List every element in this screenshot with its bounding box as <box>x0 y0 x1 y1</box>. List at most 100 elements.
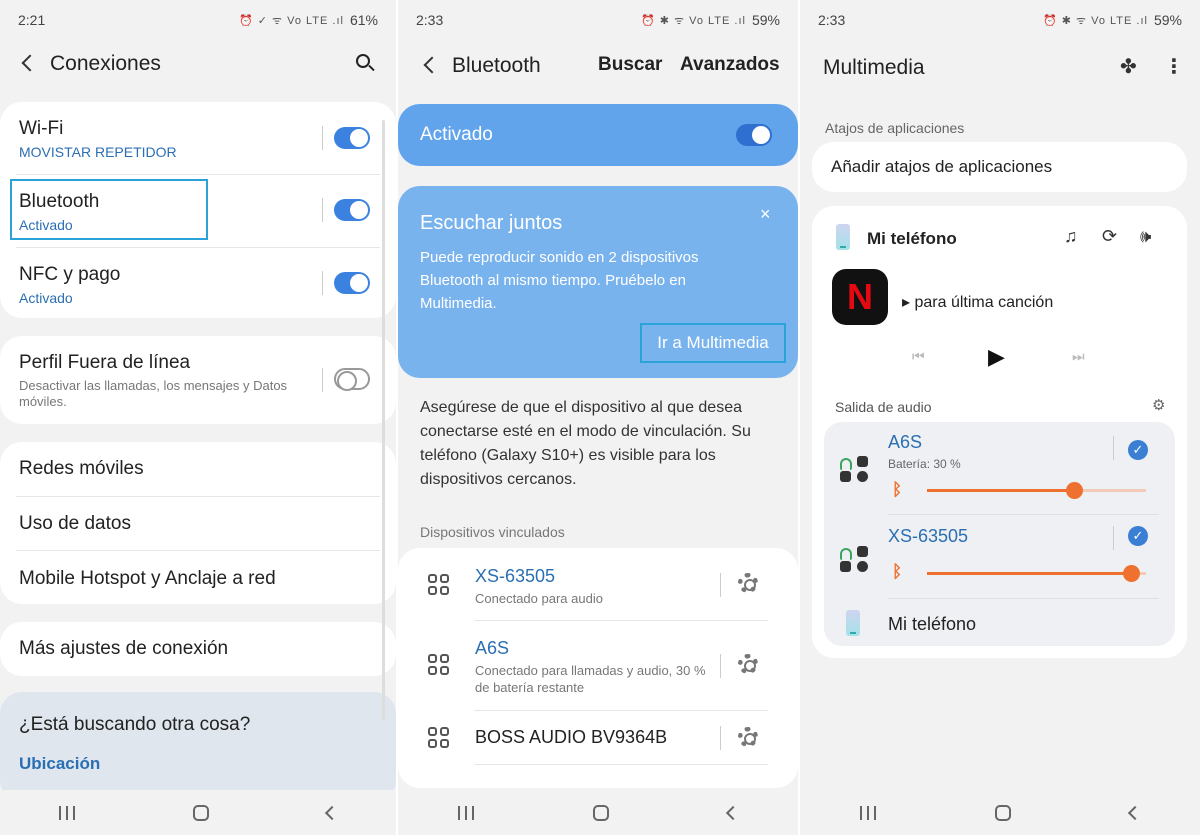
volume-slider-thumb[interactable] <box>1122 565 1140 582</box>
bluetooth-icon: ᛒ <box>892 562 903 581</box>
device-row[interactable]: BOSS AUDIO BV9364B <box>398 712 798 768</box>
device-status: Conectado para audio <box>475 591 603 606</box>
phone-icon <box>846 610 860 636</box>
output-name: A6S <box>888 432 923 452</box>
gear-icon[interactable] <box>738 654 758 674</box>
mobile-networks-item[interactable]: Redes móviles <box>19 458 396 480</box>
battery-percent: 61% <box>349 12 378 28</box>
bluetooth-icon: ᛒ <box>892 480 903 499</box>
page-title: Multimedia <box>823 56 925 79</box>
bluetooth-highlight <box>10 179 208 240</box>
nav-bar <box>0 790 396 835</box>
status-bar: 2:21 ⏰ ✓ ᯤ Vo LTE .ıl 61% <box>18 10 378 30</box>
cast-icon[interactable]: ⟳ <box>1102 226 1117 247</box>
device-row[interactable]: XS-63505 Conectado para audio <box>398 548 798 620</box>
add-shortcuts-card[interactable]: Añadir atajos de aplicaciones <box>812 142 1187 192</box>
volume-slider[interactable] <box>927 482 1146 499</box>
volume-slider-thumb[interactable] <box>1065 482 1083 499</box>
bluetooth-master-switch[interactable]: Activado <box>398 104 798 166</box>
app-shortcuts-label: Atajos de aplicaciones <box>825 120 965 136</box>
offline-description: Desactivar las llamadas, los mensajes y … <box>19 378 288 409</box>
volume-icon[interactable]: 🕪 <box>1140 226 1151 247</box>
listen-together-card: Escuchar juntos × Puede reproducir sonid… <box>398 186 798 378</box>
selected-check-icon[interactable]: ✓ <box>1128 440 1148 460</box>
back-icon[interactable] <box>1128 805 1143 820</box>
listen-together-title: Escuchar juntos <box>420 212 563 234</box>
back-arrow-icon[interactable] <box>423 56 441 74</box>
location-link[interactable]: Ubicación <box>19 754 396 774</box>
home-icon[interactable] <box>193 804 209 821</box>
status-time: 2:33 <box>416 12 444 28</box>
offline-mode-item[interactable]: Perfil Fuera de línea Desactivar las lla… <box>19 352 319 410</box>
gear-icon[interactable] <box>738 573 758 593</box>
connections-card-3: Redes móviles Uso de datos Mobile Hotspo… <box>0 442 396 604</box>
back-icon[interactable] <box>324 805 340 820</box>
volume-slider[interactable] <box>927 565 1146 582</box>
device-name: XS-63505 <box>475 566 556 586</box>
scrollbar[interactable] <box>382 120 385 720</box>
wifi-toggle[interactable] <box>334 127 370 149</box>
volume-slider-fill <box>927 572 1131 575</box>
output-row[interactable]: XS-63505 ✓ ᛒ <box>824 516 1175 599</box>
home-icon[interactable] <box>592 804 609 821</box>
bluetooth-toggle[interactable] <box>736 124 772 146</box>
recents-icon[interactable] <box>457 805 474 820</box>
connections-card-1: Wi-Fi MOVISTAR REPETIDOR Bluetooth Activ… <box>0 102 396 318</box>
advanced-button[interactable]: Avanzados <box>680 54 780 76</box>
nfc-toggle[interactable] <box>334 272 370 294</box>
player-device-name: Mi teléfono <box>867 229 957 248</box>
recents-icon[interactable] <box>859 805 876 820</box>
phone-icon <box>836 224 850 250</box>
media-player-card: Mi teléfono ♫ ⟳ 🕪 N ▸ para última canció… <box>812 206 1187 658</box>
multimedia-screen: 2:33 ⏰ ✱ ᯤ Vo LTE .ıl 59% Multimedia ✤ ⋮… <box>800 0 1200 835</box>
status-icons: ⏰ ✱ ᯤ Vo LTE .ıl <box>1042 14 1148 27</box>
headphones-icon <box>428 727 450 749</box>
connected-devices-icon[interactable]: ✤ <box>1120 54 1137 79</box>
output-row[interactable]: A6S Batería: 30 % ✓ ᛒ <box>824 422 1175 515</box>
back-icon[interactable] <box>726 805 741 820</box>
device-status: Conectado para llamadas y audio, 30 % de… <box>475 663 706 695</box>
nav-bar <box>398 790 798 835</box>
settings-gear-icon[interactable]: ⚙ <box>1152 396 1165 414</box>
play-icon[interactable]: ▶ <box>988 344 1005 370</box>
more-options-icon[interactable]: ⋮ <box>1164 54 1184 79</box>
device-name: BOSS AUDIO BV9364B <box>475 727 668 747</box>
back-arrow-icon[interactable] <box>21 54 39 72</box>
data-usage-item[interactable]: Uso de datos <box>19 513 396 535</box>
status-icons: ⏰ ✱ ᯤ Vo LTE .ıl <box>640 14 746 27</box>
pairing-info: Asegúrese de que el dispositivo al que d… <box>420 399 751 488</box>
offline-toggle[interactable] <box>334 368 370 391</box>
earbuds-icon <box>840 454 868 482</box>
home-icon[interactable] <box>994 804 1011 821</box>
output-name: XS-63505 <box>888 526 969 546</box>
volume-slider-fill <box>927 489 1074 492</box>
status-time: 2:21 <box>18 12 46 28</box>
hotspot-item[interactable]: Mobile Hotspot y Anclaje a red <box>19 568 396 590</box>
close-icon[interactable]: × <box>760 204 771 225</box>
bluetooth-screen: 2:33 ⏰ ✱ ᯤ Vo LTE .ıl 59% Bluetooth Busc… <box>398 0 798 835</box>
netflix-app-icon[interactable]: N <box>832 269 888 325</box>
page-title: Bluetooth <box>452 54 541 77</box>
headphones-icon <box>428 574 450 596</box>
gear-icon[interactable] <box>738 727 758 747</box>
page-title: Conexiones <box>50 52 161 75</box>
output-row[interactable]: Mi teléfono <box>824 600 1175 646</box>
next-icon[interactable]: ⏭ <box>1072 348 1085 365</box>
previous-icon[interactable]: ⏮ <box>912 348 925 365</box>
status-icons: ⏰ ✓ ᯤ Vo LTE .ıl <box>238 14 344 27</box>
go-to-multimedia-button[interactable]: Ir a Multimedia <box>640 323 786 363</box>
music-note-icon[interactable]: ♫ <box>1064 226 1078 247</box>
earbuds-icon <box>840 544 868 572</box>
status-bar: 2:33 ⏰ ✱ ᯤ Vo LTE .ıl 59% <box>416 10 780 30</box>
more-settings-item[interactable]: Más ajustes de conexión <box>19 638 396 660</box>
search-button[interactable]: Buscar <box>598 54 662 76</box>
device-row[interactable]: A6S Conectado para llamadas y audio, 30 … <box>398 622 798 710</box>
battery-percent: 59% <box>1153 12 1182 28</box>
bluetooth-toggle[interactable] <box>334 199 370 221</box>
add-shortcuts-label: Añadir atajos de aplicaciones <box>831 157 1053 176</box>
looking-for-title: ¿Está buscando otra cosa? <box>19 714 251 735</box>
selected-check-icon[interactable]: ✓ <box>1128 526 1148 546</box>
audio-output-list: A6S Batería: 30 % ✓ ᛒ XS-63505 ✓ ᛒ Mi te… <box>824 422 1175 646</box>
paired-devices-list: XS-63505 Conectado para audio A6S Conect… <box>398 548 798 788</box>
recents-icon[interactable] <box>59 805 75 820</box>
